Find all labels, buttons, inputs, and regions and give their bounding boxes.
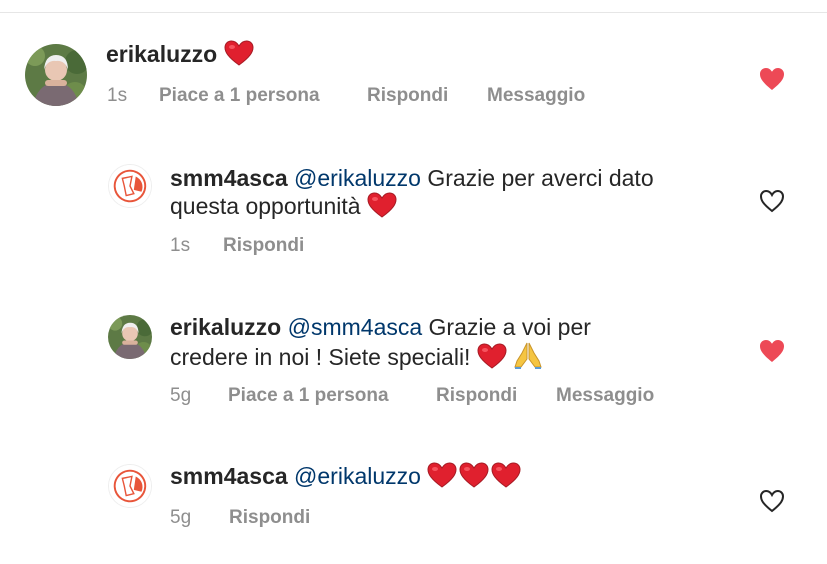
comment-2-line-2: questa opportunità — [170, 192, 397, 221]
comment-1-reply-button[interactable]: Rispondi — [367, 84, 448, 108]
comment-2-username[interactable]: smm4asca — [170, 165, 288, 191]
comment-3-mention[interactable]: @smm4asca — [288, 314, 423, 340]
heart-outline-icon[interactable] — [759, 489, 785, 513]
comment-1-text: erikaluzzo — [106, 40, 254, 69]
heart-emoji — [477, 343, 507, 369]
comment-3-line-1: erikaluzzo @smm4asca Grazie a voi per — [170, 313, 591, 342]
comment-3-text-2: credere in noi ! Siete speciali! — [170, 344, 471, 370]
comment-3-message-button[interactable]: Messaggio — [556, 384, 654, 408]
heart-emoji — [224, 40, 254, 66]
avatar-smm4asca[interactable] — [108, 164, 152, 208]
comment-1-message-button[interactable]: Messaggio — [487, 84, 585, 108]
heart-emoji — [427, 462, 457, 488]
comment-3-username[interactable]: erikaluzzo — [170, 314, 281, 340]
heart-emoji — [491, 462, 521, 488]
comment-2-meta: 1s Rispondi — [170, 234, 470, 258]
comment-4-mention[interactable]: @erikaluzzo — [294, 463, 421, 489]
comment-4-username[interactable]: smm4asca — [170, 463, 288, 489]
comment-1-username[interactable]: erikaluzzo — [106, 41, 217, 67]
comment-1-time: 1s — [107, 85, 128, 106]
heart-filled-icon[interactable] — [759, 339, 785, 363]
comment-1-likes[interactable]: Piace a 1 persona — [159, 84, 320, 108]
comment-1-meta: 1s Piace a 1 persona Rispondi Messaggio — [107, 84, 667, 108]
comment-3-time: 5g — [170, 385, 192, 406]
heart-outline-icon[interactable] — [759, 189, 785, 213]
comment-3-reply-button[interactable]: Rispondi — [436, 384, 517, 408]
comment-3-likes[interactable]: Piace a 1 persona — [228, 384, 389, 408]
comment-4-line-1: smm4asca @erikaluzzo — [170, 462, 521, 491]
avatar-erikaluzzo[interactable] — [108, 315, 152, 359]
praying-hands-emoji — [513, 341, 543, 369]
comment-2-mention[interactable]: @erikaluzzo — [294, 165, 421, 191]
top-divider — [0, 12, 827, 13]
comment-4-time: 5g — [170, 507, 192, 528]
comment-3-line-2: credere in noi ! Siete speciali! — [170, 341, 543, 372]
heart-filled-icon[interactable] — [759, 67, 785, 91]
comment-2-line-1: smm4asca @erikaluzzo Grazie per averci d… — [170, 164, 654, 193]
comment-4-reply-button[interactable]: Rispondi — [229, 506, 310, 530]
comment-2-reply-button[interactable]: Rispondi — [223, 234, 304, 258]
comment-4-meta: 5g Rispondi — [170, 506, 470, 530]
comment-2-time: 1s — [170, 235, 191, 256]
avatar-erikaluzzo[interactable] — [25, 44, 87, 106]
comment-3-text-1: Grazie a voi per — [428, 314, 591, 340]
comment-2-text-1: Grazie per averci dato — [427, 165, 654, 191]
heart-emoji — [457, 462, 491, 488]
heart-emoji — [367, 192, 397, 218]
avatar-smm4asca[interactable] — [108, 464, 152, 508]
comment-2-text-2: questa opportunità — [170, 193, 361, 219]
comment-3-meta: 5g Piace a 1 persona Rispondi Messaggio — [170, 384, 690, 408]
